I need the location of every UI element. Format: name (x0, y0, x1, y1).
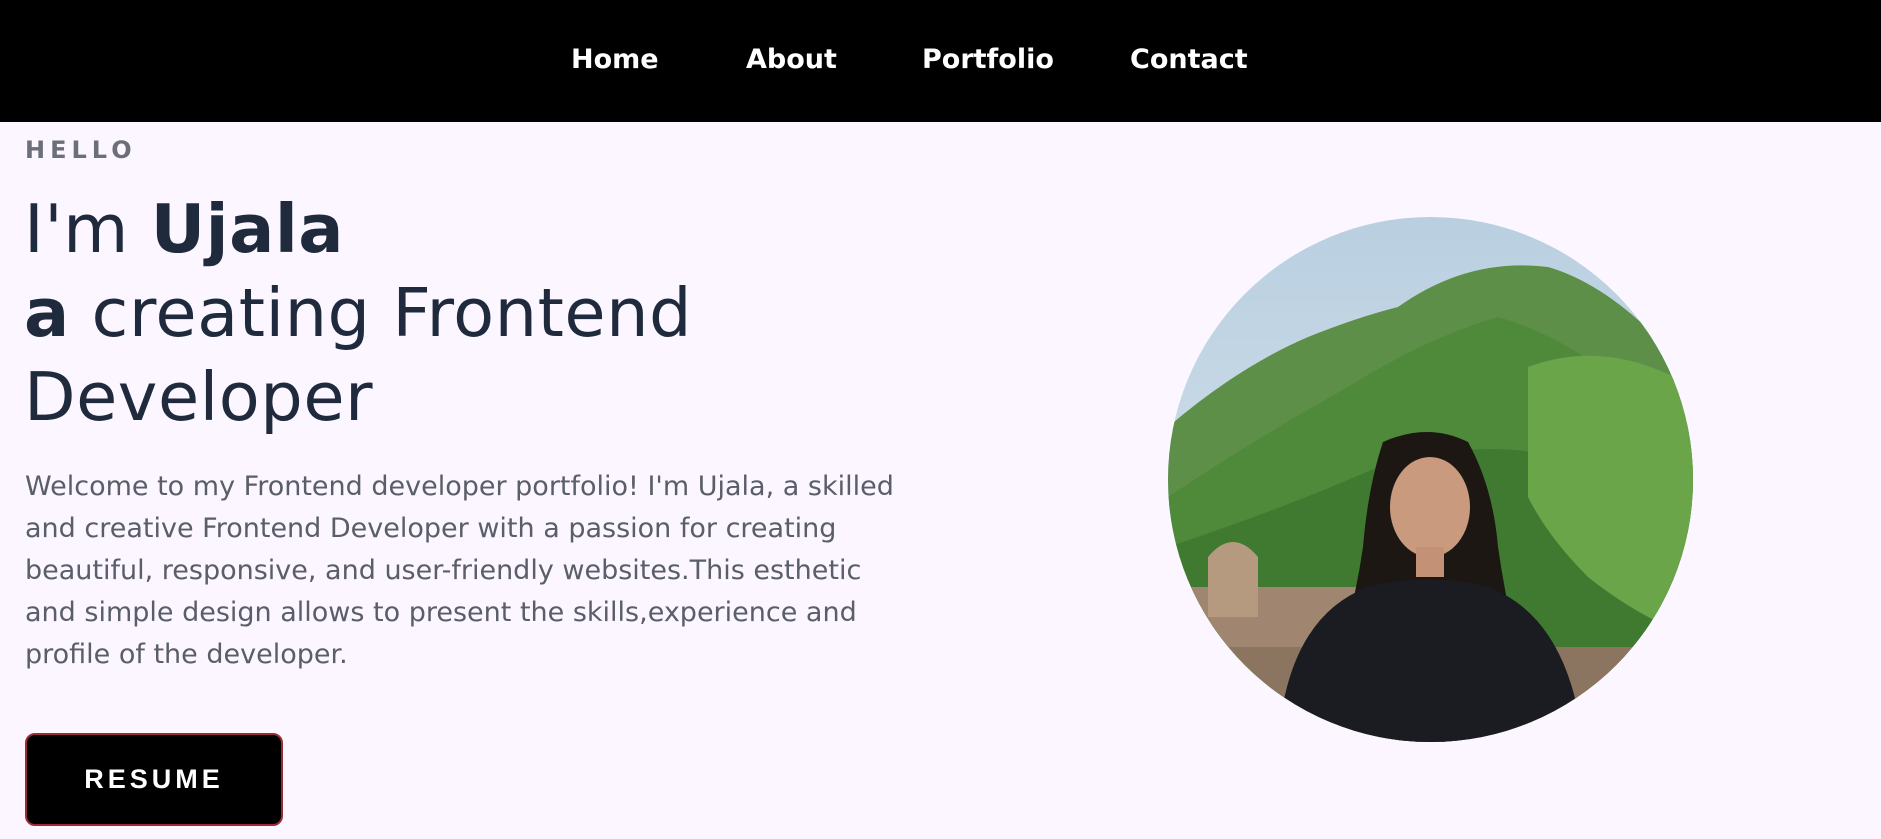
hero-headline: I'm Ujala a creating Frontend Developer (24, 187, 692, 439)
nav-portfolio-link[interactable]: Portfolio (922, 40, 1054, 80)
headline-role-line2: Developer (24, 358, 374, 436)
top-navbar: Home About Portfolio Contact (0, 0, 1881, 122)
hello-eyebrow: HELLO (25, 136, 137, 164)
profile-avatar (1168, 217, 1693, 742)
nav-about-link[interactable]: About (746, 40, 837, 80)
headline-article: a (24, 274, 70, 352)
headline-prefix: I'm (24, 190, 151, 268)
profile-photo-illustration (1168, 217, 1693, 742)
nav-home-link[interactable]: Home (571, 40, 659, 80)
developer-name: Ujala (150, 190, 345, 268)
intro-paragraph: Welcome to my Frontend developer portfol… (25, 471, 894, 670)
resume-button[interactable]: RESUME (25, 733, 283, 826)
headline-role: creating Frontend (69, 274, 693, 352)
nav-contact-link[interactable]: Contact (1130, 40, 1248, 80)
